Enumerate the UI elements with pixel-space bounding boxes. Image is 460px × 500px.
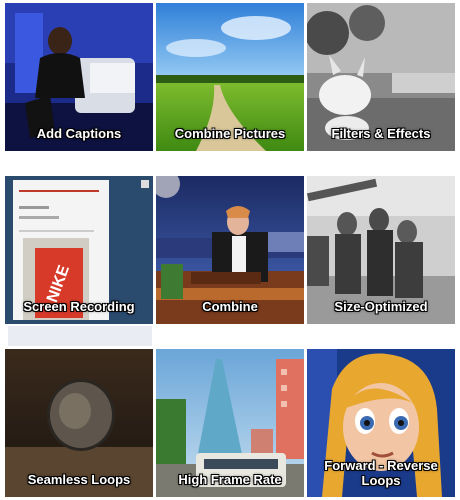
row-separator	[0, 151, 460, 177]
feature-tile-combine[interactable]: Combine	[156, 176, 304, 324]
tile-label: Combine	[202, 299, 258, 314]
feature-tile-combine-pictures[interactable]: Combine Pictures	[156, 3, 304, 151]
tile-label: Filters & Effects	[331, 126, 431, 141]
tile-label: High Frame Rate	[178, 472, 282, 487]
feature-tile-size-optimized[interactable]: Size-Optimized	[307, 176, 455, 324]
tile-label: Combine Pictures	[174, 126, 286, 141]
tile-label: Screen Recording	[23, 299, 135, 314]
feature-tile-forward-reverse-loops[interactable]: Forward - Reverse Loops	[307, 349, 455, 497]
feature-tile-high-frame-rate[interactable]: High Frame Rate	[156, 349, 304, 497]
tile-label: Add Captions	[36, 126, 122, 141]
tile-label: Seamless Loops	[27, 472, 131, 487]
tile-label: Size-Optimized	[334, 299, 428, 314]
tile-label: Forward - Reverse Loops	[307, 458, 455, 488]
feature-tile-seamless-loops[interactable]: Seamless Loops	[5, 349, 153, 497]
feature-tile-screen-recording[interactable]: NIKE Screen Recording	[5, 176, 153, 324]
feature-tile-filters-effects[interactable]: Filters & Effects	[307, 3, 455, 151]
feature-tile-add-captions[interactable]: Add Captions	[5, 3, 153, 151]
tile-label-line-1: Forward - Reverse	[324, 458, 438, 473]
tile-label-line-2: Loops	[361, 473, 401, 488]
row-separator-bar	[8, 326, 152, 346]
